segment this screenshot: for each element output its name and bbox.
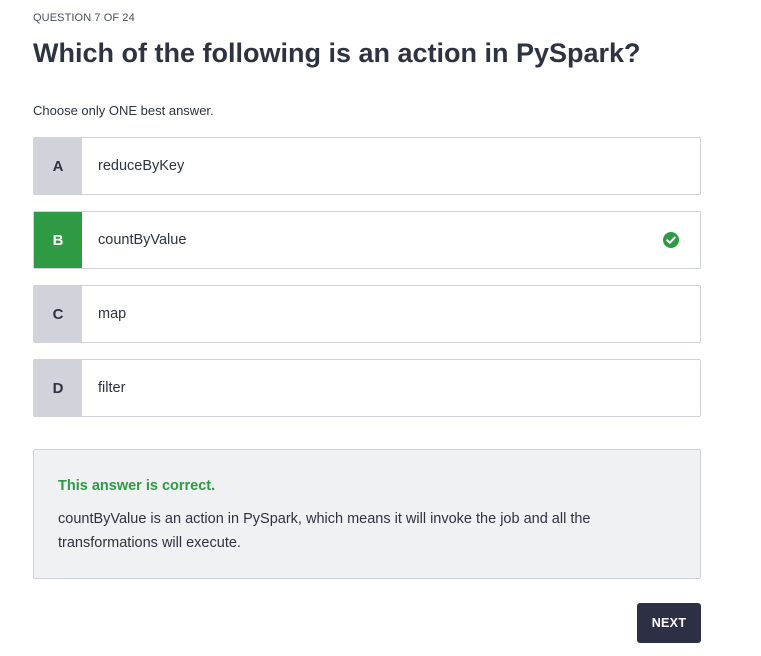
option-letter: D: [34, 360, 82, 416]
option-text: filter: [98, 380, 126, 396]
option-letter: C: [34, 286, 82, 342]
answer-option-b[interactable]: B countByValue: [33, 211, 701, 269]
option-letter: A: [34, 138, 82, 194]
question-progress: QUESTION 7 OF 24: [33, 12, 135, 24]
answer-option-c[interactable]: C map: [33, 285, 701, 343]
answer-instruction: Choose only ONE best answer.: [33, 103, 214, 118]
answer-option-a[interactable]: A reduceByKey: [33, 137, 701, 195]
feedback-status: This answer is correct.: [58, 478, 216, 494]
feedback-panel: This answer is correct. countByValue is …: [33, 449, 701, 579]
option-text: map: [98, 306, 127, 322]
feedback-explanation: countByValue is an action in PySpark, wh…: [58, 511, 591, 551]
option-text: countByValue: [98, 232, 187, 248]
answer-options: A reduceByKey B countByValue C map D fil…: [33, 137, 701, 433]
option-letter: B: [34, 212, 82, 268]
next-button[interactable]: NEXT: [637, 603, 701, 643]
answer-option-d[interactable]: D filter: [33, 359, 701, 417]
option-text: reduceByKey: [98, 158, 185, 174]
question-title: Which of the following is an action in P…: [33, 38, 641, 68]
check-circle-icon: [663, 232, 679, 248]
